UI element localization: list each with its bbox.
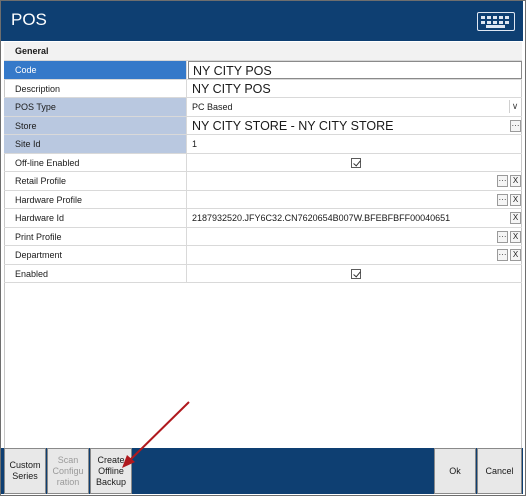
department-clear-button[interactable]: X xyxy=(510,249,521,261)
label-store: Store xyxy=(4,116,187,134)
row-site-id[interactable]: Site Id 1 xyxy=(4,135,522,154)
property-grid: Code NY CITY POS Description NY CITY POS… xyxy=(4,61,522,283)
section-title: General xyxy=(15,46,49,56)
ok-label: Ok xyxy=(449,465,461,476)
label-code: Code xyxy=(4,61,187,79)
chevron-down-icon[interactable]: ∨ xyxy=(509,100,520,113)
label-hardware-id: Hardware Id xyxy=(4,209,187,227)
row-retail-profile[interactable]: Retail Profile ··· X xyxy=(4,172,522,191)
retail-profile-lookup-button[interactable]: ··· xyxy=(497,175,508,187)
retail-profile-input[interactable]: ··· X xyxy=(188,172,522,190)
keyboard-icon[interactable] xyxy=(477,12,515,31)
hardware-id-clear-button[interactable]: X xyxy=(510,212,521,224)
row-enabled[interactable]: Enabled xyxy=(4,264,522,283)
print-profile-input[interactable]: ··· X xyxy=(188,228,522,246)
cancel-label: Cancel xyxy=(485,465,514,476)
department-lookup-button[interactable]: ··· xyxy=(497,249,508,261)
label-pos-type: POS Type xyxy=(4,98,187,116)
row-print-profile[interactable]: Print Profile ··· X xyxy=(4,227,522,246)
hardware-id-input[interactable]: 2187932520.JFY6C32.CN7620654B007W.BFEBFB… xyxy=(188,209,522,227)
site-id-input[interactable]: 1 xyxy=(188,135,522,153)
label-retail-profile: Retail Profile xyxy=(4,172,187,190)
create-offline-backup-button[interactable]: Create Offline Backup xyxy=(90,448,132,494)
footer-bar: Custom Series Scan Configu ration Create… xyxy=(1,448,523,494)
cancel-button[interactable]: Cancel xyxy=(477,448,522,494)
label-print-profile: Print Profile xyxy=(4,227,187,245)
department-input[interactable]: ··· X xyxy=(188,246,522,264)
print-profile-clear-button[interactable]: X xyxy=(510,230,521,243)
ok-button[interactable]: Ok xyxy=(434,448,476,494)
hardware-id-value: 2187932520.JFY6C32.CN7620654B007W.BFEBFB… xyxy=(192,213,451,223)
row-store[interactable]: Store NY CITY STORE - NY CITY STORE ··· xyxy=(4,116,522,135)
enabled-checkbox[interactable] xyxy=(351,268,361,279)
row-hardware-id[interactable]: Hardware Id 2187932520.JFY6C32.CN7620654… xyxy=(4,209,522,228)
hardware-profile-lookup-button[interactable]: ··· xyxy=(497,193,508,206)
label-site-id: Site Id xyxy=(4,135,187,153)
label-description: Description xyxy=(4,79,187,97)
code-input[interactable]: NY CITY POS xyxy=(188,61,522,79)
enabled-cell xyxy=(188,265,522,283)
create-offline-backup-label: Create Offline Backup xyxy=(95,454,127,487)
row-offline-enabled[interactable]: Off-line Enabled xyxy=(4,153,522,172)
offline-enabled-cell xyxy=(188,154,522,172)
offline-enabled-checkbox[interactable] xyxy=(351,157,361,168)
print-profile-lookup-button[interactable]: ··· xyxy=(497,230,508,243)
description-input[interactable]: NY CITY POS xyxy=(188,80,522,98)
title-bar: POS xyxy=(1,1,523,41)
row-department[interactable]: Department ··· X xyxy=(4,246,522,265)
label-hardware-profile: Hardware Profile xyxy=(4,190,187,208)
row-description[interactable]: Description NY CITY POS xyxy=(4,79,522,98)
window-title: POS xyxy=(11,10,47,29)
hardware-profile-input[interactable]: ··· X xyxy=(188,191,522,209)
row-code[interactable]: Code NY CITY POS xyxy=(4,61,522,80)
store-input[interactable]: NY CITY STORE - NY CITY STORE ··· xyxy=(188,117,522,135)
pos-type-select[interactable]: PC Based ∨ xyxy=(188,98,522,116)
pos-type-value: PC Based xyxy=(192,102,233,112)
label-offline-enabled: Off-line Enabled xyxy=(4,153,187,171)
retail-profile-clear-button[interactable]: X xyxy=(510,175,521,187)
label-department: Department xyxy=(4,246,187,264)
label-enabled: Enabled xyxy=(4,264,187,282)
custom-series-label: Custom Series xyxy=(9,460,41,481)
store-value: NY CITY STORE - NY CITY STORE xyxy=(192,118,394,133)
row-hardware-profile[interactable]: Hardware Profile ··· X xyxy=(4,190,522,209)
scan-configuration-button: Scan Configu ration xyxy=(47,448,89,494)
row-pos-type[interactable]: POS Type PC Based ∨ xyxy=(4,98,522,117)
store-lookup-button[interactable]: ··· xyxy=(510,119,521,132)
hardware-profile-clear-button[interactable]: X xyxy=(510,193,521,206)
custom-series-button[interactable]: Custom Series xyxy=(4,448,46,494)
section-header-general: General xyxy=(4,42,522,61)
scan-configuration-label: Scan Configu ration xyxy=(52,454,84,487)
